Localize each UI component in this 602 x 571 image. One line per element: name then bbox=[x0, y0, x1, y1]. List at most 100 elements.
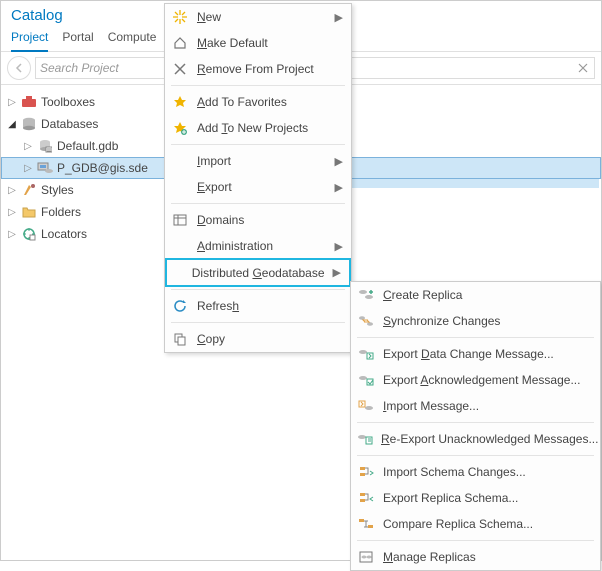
node-label: Styles bbox=[41, 183, 74, 197]
menu-separator bbox=[357, 455, 594, 456]
submenu-arrow-icon: ▶ bbox=[335, 240, 343, 253]
submenu-arrow-icon: ▶ bbox=[335, 11, 343, 24]
tab-project[interactable]: Project bbox=[11, 26, 48, 52]
menu-label: Synchronize Changes bbox=[383, 314, 592, 328]
locator-icon bbox=[21, 226, 37, 242]
refresh-icon bbox=[171, 297, 189, 315]
blank-icon bbox=[171, 237, 189, 255]
expand-icon[interactable]: ▷ bbox=[7, 97, 17, 108]
tab-portal[interactable]: Portal bbox=[62, 26, 93, 51]
blank-icon bbox=[171, 178, 189, 196]
menu-compare-schema[interactable]: Compare Replica Schema... bbox=[351, 511, 600, 537]
export-ack-icon bbox=[357, 371, 375, 389]
menu-separator bbox=[171, 322, 345, 323]
node-label: Toolboxes bbox=[41, 95, 95, 109]
menu-remove[interactable]: Remove From Project bbox=[165, 56, 351, 82]
menu-separator bbox=[357, 337, 594, 338]
menu-label: Remove From Project bbox=[197, 62, 343, 76]
expand-icon[interactable]: ▷ bbox=[23, 141, 33, 152]
menu-export-data-change[interactable]: Export Data Change Message... bbox=[351, 341, 600, 367]
menu-label: Compare Replica Schema... bbox=[383, 517, 592, 531]
menu-export-ack[interactable]: Export Acknowledgement Message... bbox=[351, 367, 600, 393]
node-label: Locators bbox=[41, 227, 87, 241]
toolbox-icon bbox=[21, 94, 37, 110]
remove-icon bbox=[171, 60, 189, 78]
tab-compute[interactable]: Compute bbox=[108, 26, 157, 51]
menu-separator bbox=[357, 422, 594, 423]
menu-label: New bbox=[197, 10, 327, 24]
menu-import-schema[interactable]: Import Schema Changes... bbox=[351, 459, 600, 485]
clear-icon[interactable] bbox=[576, 63, 590, 73]
menu-export-schema[interactable]: Export Replica Schema... bbox=[351, 485, 600, 511]
context-menu-database: New ▶ Make Default Remove From Project A… bbox=[164, 3, 352, 353]
menu-label: Create Replica bbox=[383, 288, 592, 302]
menu-reexport[interactable]: Re-Export Unacknowledged Messages... bbox=[351, 426, 600, 452]
home-icon bbox=[171, 34, 189, 52]
create-replica-icon bbox=[357, 286, 375, 304]
node-label: P_GDB@gis.sde bbox=[57, 161, 148, 175]
menu-separator bbox=[171, 144, 345, 145]
menu-administration[interactable]: Administration ▶ bbox=[165, 233, 351, 259]
menu-separator bbox=[171, 289, 345, 290]
sde-icon bbox=[37, 160, 53, 176]
expand-icon[interactable]: ▷ bbox=[7, 207, 17, 218]
menu-add-favorites[interactable]: Add To Favorites bbox=[165, 89, 351, 115]
folder-icon bbox=[21, 204, 37, 220]
collapse-icon[interactable]: ◢ bbox=[7, 119, 17, 130]
expand-icon[interactable]: ▷ bbox=[23, 163, 33, 174]
menu-label: Add To Favorites bbox=[197, 95, 343, 109]
styles-icon bbox=[21, 182, 37, 198]
menu-refresh[interactable]: Refresh bbox=[165, 293, 351, 319]
menu-label: Import Message... bbox=[383, 399, 592, 413]
sync-icon bbox=[357, 312, 375, 330]
menu-domains[interactable]: Domains bbox=[165, 207, 351, 233]
back-button[interactable] bbox=[7, 56, 31, 80]
menu-label: Export bbox=[197, 180, 327, 194]
menu-label: Distributed Geodatabase bbox=[192, 266, 325, 280]
new-icon bbox=[171, 8, 189, 26]
search-placeholder: Search Project bbox=[40, 61, 119, 75]
star-plus-icon bbox=[171, 119, 189, 137]
menu-new[interactable]: New ▶ bbox=[165, 4, 351, 30]
menu-import-message[interactable]: Import Message... bbox=[351, 393, 600, 419]
menu-manage-replicas[interactable]: Manage Replicas bbox=[351, 544, 600, 570]
menu-label: Domains bbox=[197, 213, 343, 227]
domains-icon bbox=[171, 211, 189, 229]
menu-distributed-geodatabase[interactable]: Distributed Geodatabase ▶ bbox=[165, 258, 351, 287]
menu-export[interactable]: Export ▶ bbox=[165, 174, 351, 200]
menu-create-replica[interactable]: Create Replica bbox=[351, 282, 600, 308]
menu-separator bbox=[171, 85, 345, 86]
manage-replicas-icon bbox=[357, 548, 375, 566]
expand-icon[interactable]: ▷ bbox=[7, 185, 17, 196]
menu-label: Administration bbox=[197, 239, 327, 253]
blank-icon bbox=[171, 152, 189, 170]
menu-synchronize[interactable]: Synchronize Changes bbox=[351, 308, 600, 334]
import-message-icon bbox=[357, 397, 375, 415]
gdb-icon bbox=[37, 138, 53, 154]
blank-icon bbox=[173, 264, 184, 282]
import-schema-icon bbox=[357, 463, 375, 481]
menu-copy[interactable]: Copy bbox=[165, 326, 351, 352]
menu-label: Export Acknowledgement Message... bbox=[383, 373, 592, 387]
menu-import[interactable]: Import ▶ bbox=[165, 148, 351, 174]
menu-label: Refresh bbox=[197, 299, 343, 313]
export-schema-icon bbox=[357, 489, 375, 507]
menu-label: Copy bbox=[197, 332, 343, 346]
node-label: Folders bbox=[41, 205, 81, 219]
database-icon bbox=[21, 116, 37, 132]
compare-schema-icon bbox=[357, 515, 375, 533]
submenu-distributed-geodatabase: Create Replica Synchronize Changes Expor… bbox=[350, 281, 601, 571]
menu-label: Make Default bbox=[197, 36, 343, 50]
expand-icon[interactable]: ▷ bbox=[7, 229, 17, 240]
submenu-arrow-icon: ▶ bbox=[335, 155, 343, 168]
menu-label: Add To New Projects bbox=[197, 121, 343, 135]
reexport-icon bbox=[357, 430, 373, 448]
node-label: Default.gdb bbox=[57, 139, 118, 153]
menu-make-default[interactable]: Make Default bbox=[165, 30, 351, 56]
menu-label: Manage Replicas bbox=[383, 550, 592, 564]
menu-label: Import Schema Changes... bbox=[383, 465, 592, 479]
export-message-icon bbox=[357, 345, 375, 363]
menu-add-new-projects[interactable]: Add To New Projects bbox=[165, 115, 351, 141]
menu-label: Re-Export Unacknowledged Messages... bbox=[381, 432, 598, 446]
menu-separator bbox=[357, 540, 594, 541]
